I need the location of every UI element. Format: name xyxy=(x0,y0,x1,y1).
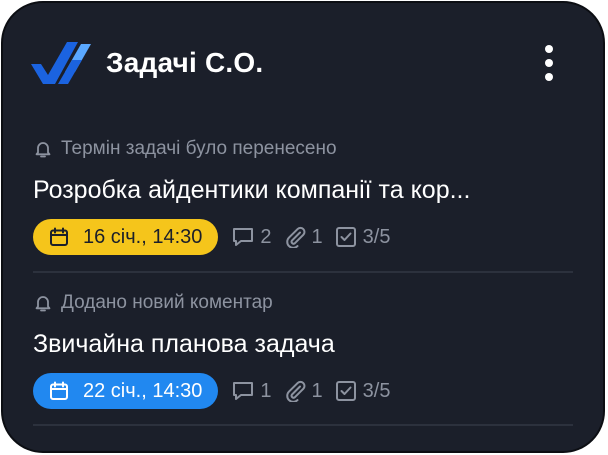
comments-count: 2 xyxy=(232,226,272,249)
notification-item[interactable]: Термін задачі було перенесено Розробка а… xyxy=(33,133,573,273)
notification-notice: Додано новий коментар xyxy=(33,289,273,317)
notification-notice: Термін задачі було перенесено xyxy=(33,135,337,163)
task-meta: 22 січ., 14:30 1 1 3/5 xyxy=(33,373,402,409)
due-date-badge[interactable]: 22 січ., 14:30 xyxy=(33,373,219,409)
due-date-text: 16 січ., 14:30 xyxy=(83,225,203,248)
task-meta: 16 січ., 14:30 2 1 3/5 xyxy=(33,219,402,255)
checklist-count: 3/5 xyxy=(335,380,390,403)
widget-title: Задачі С.О. xyxy=(106,47,264,78)
divider xyxy=(33,271,573,273)
notification-notice-text: Термін задачі було перенесено xyxy=(61,138,337,159)
checklist-count: 3/5 xyxy=(335,226,390,249)
attachments-count: 1 xyxy=(284,380,323,403)
checkbox-icon xyxy=(335,381,356,401)
calendar-icon xyxy=(50,381,68,400)
due-date-badge[interactable]: 16 січ., 14:30 xyxy=(33,219,219,255)
widget-header: Задачі С.О. xyxy=(31,40,573,86)
more-vertical-icon xyxy=(545,45,553,53)
task-title: Розробка айдентики компанії та кор... xyxy=(33,176,471,204)
app-logo xyxy=(31,42,91,84)
paperclip-icon xyxy=(285,226,305,248)
bell-icon xyxy=(35,296,51,312)
due-date-text: 22 січ., 14:30 xyxy=(83,379,203,402)
comment-icon xyxy=(233,228,254,246)
comments-count: 1 xyxy=(232,380,272,403)
divider xyxy=(33,424,573,426)
attachments-count: 1 xyxy=(284,226,323,249)
paperclip-icon xyxy=(285,380,305,402)
notification-item[interactable]: Додано новий коментар Звичайна планова з… xyxy=(33,287,573,427)
tasks-widget: Задачі С.О. Термін задачі було перенесен… xyxy=(1,1,605,453)
checkbox-icon xyxy=(335,227,356,247)
more-options-button[interactable] xyxy=(537,44,561,82)
task-title: Звичайна планова задача xyxy=(33,330,335,358)
notification-notice-text: Додано новий коментар xyxy=(61,292,273,313)
calendar-icon xyxy=(50,227,68,246)
comment-icon xyxy=(233,382,254,400)
bell-icon xyxy=(35,142,51,158)
